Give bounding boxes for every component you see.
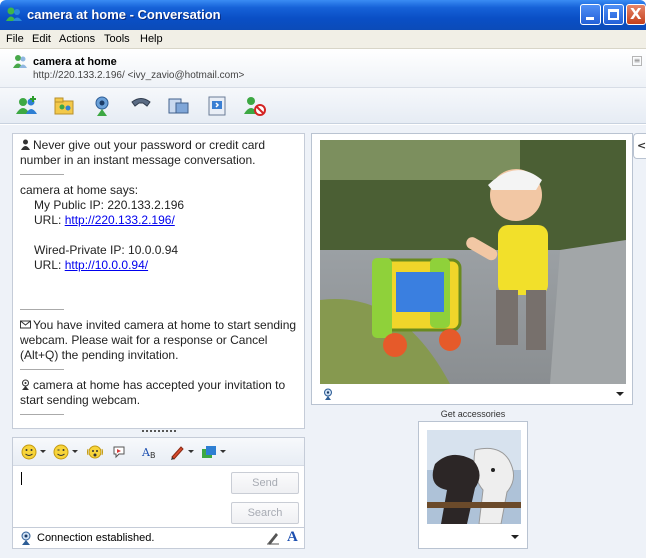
chevron-down-icon[interactable] <box>188 450 194 453</box>
chevron-down-icon[interactable] <box>220 450 226 453</box>
font-icon[interactable]: AB <box>141 444 157 460</box>
title-bar: camera at home - Conversation X <box>0 0 646 30</box>
voice-clip-icon[interactable] <box>111 444 127 460</box>
display-picture[interactable] <box>427 430 521 524</box>
block-contact-icon[interactable] <box>242 94 268 118</box>
contact-name: camera at home <box>33 56 117 68</box>
status-text: Connection established. <box>37 532 155 544</box>
says-header: camera at home says: <box>20 183 139 197</box>
pane-splitter[interactable] <box>142 430 176 434</box>
public-ip-line: My Public IP: 220.133.2.196 <box>34 198 185 212</box>
warning-text: Never give out your password or credit c… <box>20 138 266 167</box>
maximize-button[interactable] <box>603 4 624 25</box>
connection-status-icon <box>21 531 31 545</box>
webcam-panel <box>311 133 633 405</box>
formatting-toolbar: AB <box>13 438 304 466</box>
buddy-icon <box>13 55 27 68</box>
public-url-line: URL: http://220.133.2.196/ <box>20 213 297 228</box>
font-style-button[interactable]: A <box>287 529 298 546</box>
display-picture-frame <box>418 421 528 549</box>
minimize-icon <box>586 17 594 20</box>
private-url-label: URL: <box>34 258 65 272</box>
envelope-icon <box>20 320 31 329</box>
chevron-down-icon[interactable] <box>616 392 624 396</box>
search-button[interactable]: Search <box>231 502 299 524</box>
emoticon-icon[interactable] <box>21 444 37 460</box>
background-icon[interactable] <box>201 444 217 460</box>
message-separator <box>20 174 64 175</box>
header-expand-button[interactable]: ≡ <box>632 56 642 66</box>
get-accessories-link[interactable]: Get accessories <box>410 409 536 419</box>
menu-help[interactable]: Help <box>140 33 163 45</box>
add-contact-icon[interactable] <box>14 94 40 118</box>
private-url-link[interactable]: http://10.0.0.94/ <box>65 258 148 272</box>
webcam-icon[interactable] <box>90 94 116 118</box>
chevron-down-icon[interactable] <box>72 450 78 453</box>
menu-tools[interactable]: Tools <box>104 33 130 45</box>
conversation-history[interactable]: Never give out your password or credit c… <box>12 133 305 429</box>
private-ip-line: Wired-Private IP: 10.0.0.94 <box>34 243 179 257</box>
games-icon[interactable] <box>204 94 230 118</box>
svg-text:B: B <box>150 451 156 460</box>
menu-edit[interactable]: Edit <box>32 33 51 45</box>
webcam-small-icon <box>22 379 29 390</box>
info-person-icon <box>21 139 30 150</box>
window-title: camera at home - Conversation <box>27 7 221 22</box>
send-files-icon[interactable] <box>52 94 78 118</box>
maximize-icon <box>608 9 619 20</box>
menu-file[interactable]: File <box>6 33 24 45</box>
chevron-down-icon[interactable] <box>511 535 519 539</box>
phone-icon[interactable] <box>128 94 154 118</box>
nudge-icon[interactable] <box>87 444 103 460</box>
close-button[interactable]: X <box>626 4 646 25</box>
message-separator <box>20 309 64 310</box>
invite-message: You have invited camera at home to start… <box>20 318 297 363</box>
message-input[interactable] <box>17 470 225 520</box>
message-separator <box>20 369 64 370</box>
close-icon: X <box>630 5 642 23</box>
accepted-message: camera at home has accepted your invitat… <box>20 378 297 408</box>
activities-icon[interactable] <box>166 94 192 118</box>
invite-text: You have invited camera at home to start… <box>20 318 297 362</box>
menu-actions[interactable]: Actions <box>59 33 95 45</box>
send-button[interactable]: Send <box>231 472 299 494</box>
webcam-small-icon <box>324 388 332 400</box>
warning-message: Never give out your password or credit c… <box>20 138 297 168</box>
contact-address: http://220.133.2.196/ <ivy_zavio@hotmail… <box>33 70 245 81</box>
public-url-link[interactable]: http://220.133.2.196/ <box>65 213 175 227</box>
private-url-line: URL: http://10.0.0.94/ <box>20 258 297 273</box>
accepted-text: camera at home has accepted your invitat… <box>20 378 286 407</box>
message-separator <box>20 414 64 415</box>
public-url-label: URL: <box>34 213 65 227</box>
contact-header: camera at home http://220.133.2.196/ <iv… <box>0 49 646 88</box>
chevron-down-icon[interactable] <box>40 450 46 453</box>
text-caret <box>21 472 22 485</box>
pen-icon[interactable] <box>266 531 280 545</box>
wink-icon[interactable] <box>53 444 69 460</box>
webcam-video-image <box>320 140 626 384</box>
menu-bar: File Edit Actions Tools Help <box>0 30 646 49</box>
toolbar <box>0 88 646 124</box>
minimize-button[interactable] <box>580 4 601 25</box>
messenger-icon <box>6 7 22 21</box>
handwriting-icon[interactable] <box>169 444 185 460</box>
status-bar: Connection established. A <box>12 527 305 549</box>
collapse-panel-tab[interactable]: < <box>633 133 646 159</box>
chevron-left-icon: < <box>637 139 646 152</box>
